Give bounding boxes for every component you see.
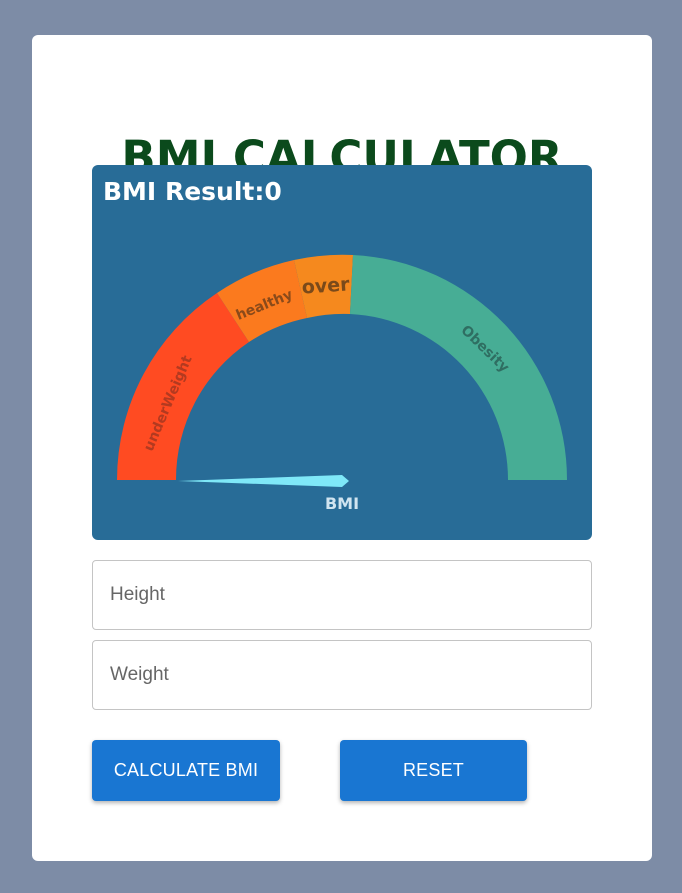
bmi-result-label: BMI Result:0 <box>103 177 282 206</box>
calculate-bmi-button[interactable]: CALCULATE BMI <box>92 740 280 801</box>
calculator-card: BMI CALCULATOR underWeight healthy over … <box>32 35 652 861</box>
gauge-bmi-label: BMI <box>325 494 359 513</box>
gauge-segment-obesity <box>350 255 568 480</box>
bmi-gauge: underWeight healthy over Obesity BMI <box>117 254 568 513</box>
weight-input[interactable] <box>92 640 592 710</box>
gauge-label-over: over <box>301 273 351 298</box>
gauge-needle <box>178 475 349 487</box>
bmi-gauge-panel: underWeight healthy over Obesity BMI BMI… <box>92 165 592 540</box>
height-input[interactable] <box>92 560 592 630</box>
reset-button[interactable]: RESET <box>340 740 527 801</box>
